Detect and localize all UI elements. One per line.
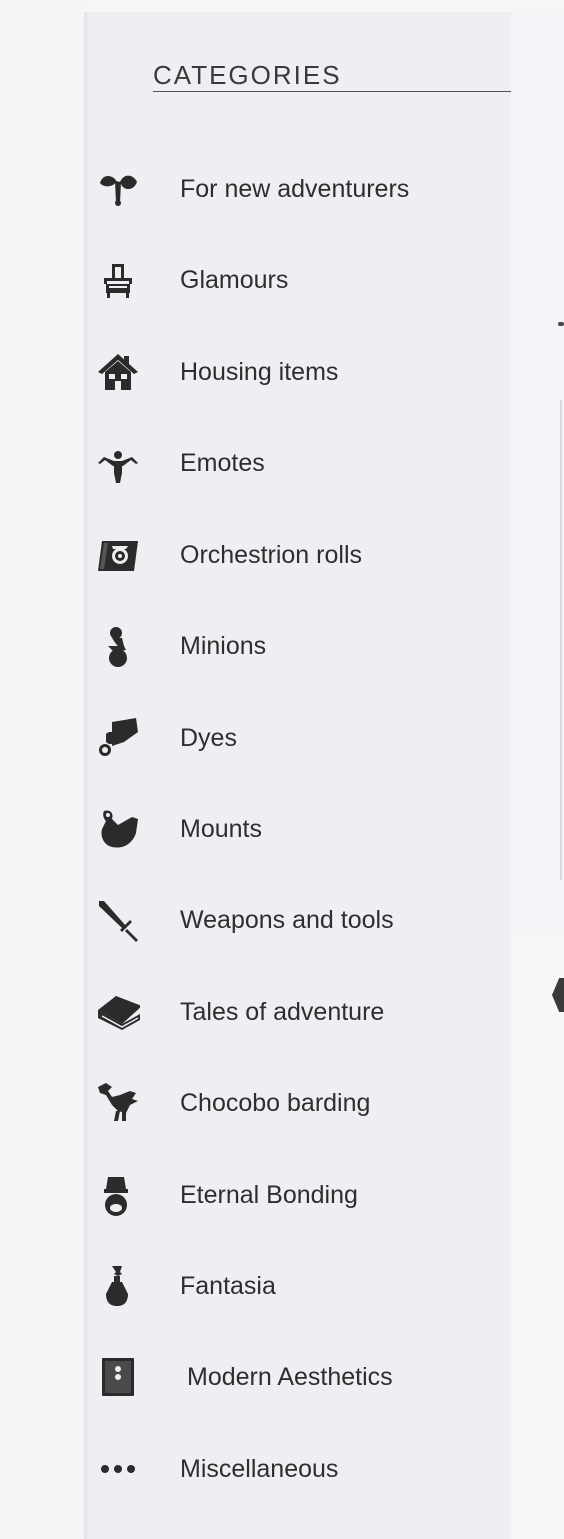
category-label: Minions xyxy=(180,632,267,660)
ellipsis-icon xyxy=(96,1447,140,1491)
category-label: For new adventurers xyxy=(180,175,410,203)
modern-aesthetics-icon xyxy=(96,1355,140,1399)
sidebar-edge xyxy=(84,12,90,1539)
category-tales-of-adventure[interactable]: Tales of adventure xyxy=(96,990,496,1034)
mount-icon xyxy=(96,807,140,851)
category-label: Orchestrion rolls xyxy=(180,541,362,569)
category-label: Dyes xyxy=(180,724,237,752)
categories-heading: CATEGORIES xyxy=(153,60,342,90)
category-label: Housing items xyxy=(180,358,339,386)
content-panel xyxy=(511,12,564,930)
category-dyes[interactable]: Dyes xyxy=(96,716,496,760)
house-icon xyxy=(96,350,140,394)
sword-icon xyxy=(96,898,140,942)
categories-sidebar xyxy=(84,12,511,1539)
category-fantasia[interactable]: Fantasia xyxy=(96,1264,496,1308)
heading-underline xyxy=(153,91,511,92)
fantasia-potion-icon xyxy=(96,1264,140,1308)
category-eternal-bonding[interactable]: Eternal Bonding xyxy=(96,1173,496,1217)
chocobo-icon xyxy=(96,1081,140,1125)
sprout-icon xyxy=(96,167,140,211)
emote-figure-icon xyxy=(96,441,140,485)
category-label: Eternal Bonding xyxy=(180,1181,358,1209)
minion-icon xyxy=(96,624,140,668)
content-background xyxy=(511,930,564,1539)
category-miscellaneous[interactable]: Miscellaneous xyxy=(96,1447,496,1491)
category-label: Fantasia xyxy=(180,1272,276,1300)
content-frame-edge xyxy=(560,400,564,880)
category-label: Chocobo barding xyxy=(180,1089,371,1117)
category-weapons-and-tools[interactable]: Weapons and tools xyxy=(96,898,496,942)
category-label: Miscellaneous xyxy=(180,1455,339,1483)
dye-icon xyxy=(96,716,140,760)
content-fragment xyxy=(558,322,564,326)
page-gutter xyxy=(0,0,84,1539)
eternal-bonding-icon xyxy=(96,1173,140,1217)
category-modern-aesthetics[interactable]: Modern Aesthetics xyxy=(96,1355,496,1399)
category-label: Tales of adventure xyxy=(180,998,385,1026)
category-minions[interactable]: Minions xyxy=(96,624,496,668)
category-label: Modern Aesthetics xyxy=(187,1363,393,1391)
category-label: Weapons and tools xyxy=(180,906,394,934)
orchestrion-roll-icon xyxy=(96,533,140,577)
category-housing-items[interactable]: Housing items xyxy=(96,350,496,394)
category-label: Glamours xyxy=(180,266,289,294)
category-glamours[interactable]: Glamours xyxy=(96,258,496,302)
category-chocobo-barding[interactable]: Chocobo barding xyxy=(96,1081,496,1125)
category-label: Emotes xyxy=(180,449,265,477)
category-mounts[interactable]: Mounts xyxy=(96,807,496,851)
category-emotes[interactable]: Emotes xyxy=(96,441,496,485)
category-orchestrion-rolls[interactable]: Orchestrion rolls xyxy=(96,533,496,577)
category-label: Mounts xyxy=(180,815,262,843)
glamour-dresser-icon xyxy=(96,258,140,302)
category-for-new-adventurers[interactable]: For new adventurers xyxy=(96,167,496,211)
book-icon xyxy=(96,990,140,1034)
